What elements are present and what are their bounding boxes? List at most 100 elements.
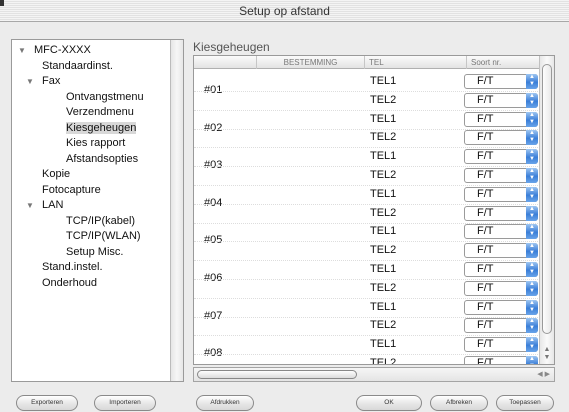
ok-button[interactable]: OK <box>356 395 422 411</box>
popup-arrows-icon[interactable]: ▲▼ <box>526 168 538 183</box>
row-separator <box>194 298 540 299</box>
popup-arrows-icon[interactable]: ▲▼ <box>526 130 538 145</box>
popup-arrows-icon[interactable]: ▲▼ <box>526 337 538 352</box>
number-type-select[interactable]: F/T ▲▼ <box>464 262 538 277</box>
popup-arrows-icon[interactable]: ▲▼ <box>526 93 538 108</box>
settings-tree[interactable]: ▼ MFC-XXXX Standaardinst. ▼ Fax Ontvangstmenu… <box>11 39 184 382</box>
popup-arrows-icon[interactable]: ▲▼ <box>526 112 538 127</box>
disclosure-triangle-icon[interactable]: ▼ <box>18 44 26 57</box>
tree-scrollbar[interactable] <box>170 40 183 381</box>
tree-item[interactable]: MFC-XXXX <box>34 44 91 57</box>
column-header-type[interactable]: Soort nr. <box>466 56 540 69</box>
vertical-scroll-arrows[interactable]: ▲ ▼ <box>542 346 552 362</box>
speed-dial-table[interactable]: BESTEMMING TEL Soort nr. #01 TEL1 F/T ▲ ▼ TEL… <box>193 55 555 365</box>
number-type-select[interactable]: F/T ▲▼ <box>464 93 538 108</box>
title-bar: Setup op afstand <box>0 0 569 22</box>
tree-item[interactable]: Kopie <box>42 168 70 181</box>
row-separator <box>194 166 540 167</box>
tree-item[interactable]: Verzendmenu <box>66 106 134 119</box>
horizontal-scroll-arrows[interactable]: ◀ ▶ <box>537 369 550 381</box>
tel-label: TEL1 <box>370 225 397 237</box>
popup-arrows-icon[interactable]: ▲▼ <box>526 224 538 239</box>
tree-item-label: Fotocapture <box>42 184 101 196</box>
number-type-value: F/T <box>477 94 494 106</box>
row-separator <box>194 91 540 92</box>
disclosure-triangle-icon[interactable]: ▼ <box>26 75 34 88</box>
tree-item[interactable]: Ontvangstmenu <box>66 91 144 104</box>
row-separator <box>194 241 540 242</box>
number-type-value: F/T <box>477 357 494 365</box>
tel-label: TEL2 <box>370 282 397 294</box>
tree-item-label: Kiesgeheugen <box>66 122 137 134</box>
tree-item[interactable]: TCP/IP(WLAN) <box>66 230 141 243</box>
row-separator <box>194 185 540 186</box>
tree-item[interactable]: TCP/IP(kabel) <box>66 215 135 228</box>
popup-arrows-icon[interactable]: ▲▼ <box>526 356 538 364</box>
number-type-select[interactable]: F/T ▲▼ <box>464 337 538 352</box>
tree-item[interactable]: Onderhoud <box>42 277 97 290</box>
popup-arrows-icon[interactable]: ▲▼ <box>526 149 538 164</box>
number-type-value: F/T <box>477 150 494 162</box>
tel-label: TEL1 <box>370 263 397 275</box>
popup-arrows-icon[interactable]: ▲▼ <box>526 300 538 315</box>
tree-item[interactable]: Kies rapport <box>66 137 125 150</box>
vertical-scroll-thumb[interactable] <box>542 64 552 334</box>
tree-item[interactable]: Fax <box>42 75 60 88</box>
row-separator <box>194 335 540 336</box>
tree-item[interactable]: Kiesgeheugen <box>66 122 137 135</box>
popup-arrows-icon[interactable]: ▲▼ <box>526 206 538 221</box>
number-type-select[interactable]: F/T ▲▼ <box>464 149 538 164</box>
popup-arrows-icon[interactable]: ▲▼ <box>526 243 538 258</box>
number-type-select[interactable]: F/T ▲▼ <box>464 130 538 145</box>
number-type-value: F/T <box>477 301 494 313</box>
number-type-select[interactable]: F/T ▲▼ <box>464 243 538 258</box>
tree-item[interactable]: LAN <box>42 199 63 212</box>
print-button[interactable]: Afdrukken <box>196 395 254 411</box>
popup-arrows-icon[interactable]: ▲▼ <box>526 74 538 89</box>
number-type-select[interactable]: F/T ▲▼ <box>464 281 538 296</box>
number-type-select[interactable]: F/T ▲▼ <box>464 356 538 365</box>
tel-label: TEL2 <box>370 244 397 256</box>
tree-item[interactable]: Fotocapture <box>42 184 101 197</box>
number-type-select[interactable]: F/T ▲▼ <box>464 206 538 221</box>
tree-item[interactable]: Standaardinst. <box>42 60 113 73</box>
number-type-value: F/T <box>477 319 494 331</box>
apply-button[interactable]: Toepassen <box>496 395 554 411</box>
column-header-tel[interactable]: TEL <box>364 56 466 69</box>
row-separator <box>194 147 540 148</box>
tree-item-label: Ontvangstmenu <box>66 91 144 103</box>
tel-label: TEL2 <box>370 357 397 365</box>
import-button[interactable]: Importeren <box>94 395 156 411</box>
number-type-select[interactable]: F/T ▲▼ <box>464 224 538 239</box>
tree-item[interactable]: Setup Misc. <box>66 246 123 259</box>
popup-arrows-icon[interactable]: ▲▼ <box>526 187 538 202</box>
number-type-value: F/T <box>477 244 494 256</box>
popup-arrows-icon[interactable]: ▲▼ <box>526 281 538 296</box>
number-type-select[interactable]: F/T ▲▼ <box>464 74 538 89</box>
export-button[interactable]: Exporteren <box>16 395 78 411</box>
popup-arrows-icon[interactable]: ▲▼ <box>526 262 538 277</box>
cancel-button[interactable]: Afbreken <box>430 395 488 411</box>
popup-arrows-icon[interactable]: ▲▼ <box>526 318 538 333</box>
row-separator <box>194 354 540 355</box>
number-type-select[interactable]: F/T ▲▼ <box>464 168 538 183</box>
number-type-select[interactable]: F/T ▲▼ <box>464 300 538 315</box>
horizontal-scroll-thumb[interactable] <box>197 370 357 379</box>
row-separator <box>194 204 540 205</box>
tree-item-label: LAN <box>42 199 64 211</box>
tel-label: TEL2 <box>370 131 397 143</box>
tel-label: TEL1 <box>370 301 397 313</box>
number-type-select[interactable]: F/T ▲▼ <box>464 187 538 202</box>
column-header-destination[interactable]: BESTEMMING <box>256 56 364 69</box>
number-type-select[interactable]: F/T ▲▼ <box>464 318 538 333</box>
column-header-id[interactable] <box>194 56 198 69</box>
disclosure-triangle-icon[interactable]: ▼ <box>26 199 34 212</box>
tree-item[interactable]: Afstandsopties <box>66 153 138 166</box>
tel-label: TEL1 <box>370 113 397 125</box>
horizontal-scrollbar[interactable]: ◀ ▶ <box>193 367 555 382</box>
number-type-select[interactable]: F/T ▲▼ <box>464 112 538 127</box>
tel-label: TEL1 <box>370 338 397 350</box>
vertical-scrollbar[interactable]: ▲ ▼ <box>539 56 554 364</box>
number-type-value: F/T <box>477 169 494 181</box>
tree-item[interactable]: Stand.instel. <box>42 261 103 274</box>
